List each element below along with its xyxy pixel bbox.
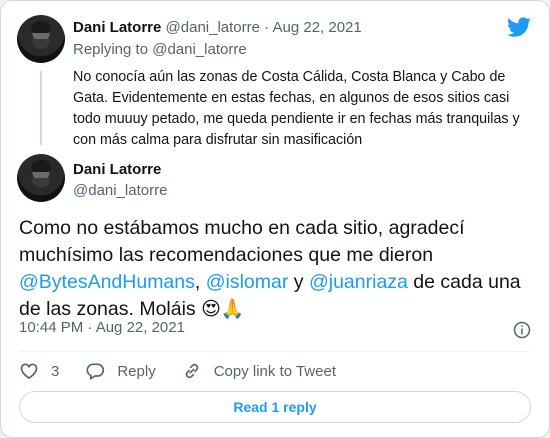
- heart-eyes-emoji: 😍: [201, 299, 221, 320]
- replying-to-label: Replying to: [73, 41, 149, 58]
- reply-bubble-icon: [86, 363, 105, 380]
- heart-icon: [20, 363, 38, 380]
- reply-label: Reply: [117, 362, 156, 380]
- divider: [19, 351, 531, 352]
- thread-connector-line: [40, 71, 42, 145]
- tweet-text-segment: ,: [194, 271, 206, 293]
- copy-link-button[interactable]: Copy link to Tweet: [182, 361, 336, 381]
- tweet-text-segment: Como no estábamos mucho en cada sitio, a…: [19, 217, 465, 266]
- author-name[interactable]: Dani Latorre: [73, 19, 161, 36]
- action-bar: 3 Reply Copy link to Tweet: [19, 360, 362, 382]
- author-name[interactable]: Dani Latorre: [73, 161, 161, 178]
- link-icon: [185, 363, 198, 379]
- avatar[interactable]: [17, 154, 65, 202]
- mention-link[interactable]: @BytesAndHumans: [19, 271, 195, 293]
- main-tweet-text: Como no estábamos mucho en cada sitio, a…: [19, 215, 534, 323]
- like-button[interactable]: 3: [19, 361, 59, 381]
- tweet-date[interactable]: Aug 22, 2021: [273, 19, 362, 36]
- folded-hands-emoji: 🙏: [220, 299, 245, 320]
- author-handle[interactable]: @dani_latorre: [166, 19, 260, 36]
- separator-dot: ·: [264, 19, 270, 36]
- reply-button[interactable]: Reply: [85, 361, 156, 381]
- tweet-timestamp[interactable]: 10:44 PM · Aug 22, 2021: [19, 319, 185, 336]
- mention-link[interactable]: @juanriaza: [309, 271, 408, 293]
- parent-tweet-text: No conocía aún las zonas de Costa Cálida…: [73, 69, 520, 148]
- like-count: 3: [51, 362, 60, 380]
- twitter-bird-icon[interactable]: [507, 15, 531, 39]
- avatar[interactable]: [17, 15, 65, 63]
- read-replies-button[interactable]: Read 1 reply: [19, 391, 531, 423]
- mention-link[interactable]: @islomar: [206, 271, 289, 293]
- replying-to-line: Replying to @dani_latorre: [73, 41, 247, 58]
- tweet-embed-card: Dani Latorre @dani_latorre · Aug 22, 202…: [0, 0, 550, 438]
- replying-to-handle[interactable]: @dani_latorre: [152, 41, 246, 58]
- tweet-text-segment: y: [288, 271, 309, 293]
- info-icon[interactable]: [513, 321, 531, 339]
- parent-tweet-header: Dani Latorre @dani_latorre · Aug 22, 202…: [73, 19, 362, 36]
- copy-link-label: Copy link to Tweet: [213, 362, 336, 380]
- author-handle[interactable]: @dani_latorre: [73, 182, 167, 199]
